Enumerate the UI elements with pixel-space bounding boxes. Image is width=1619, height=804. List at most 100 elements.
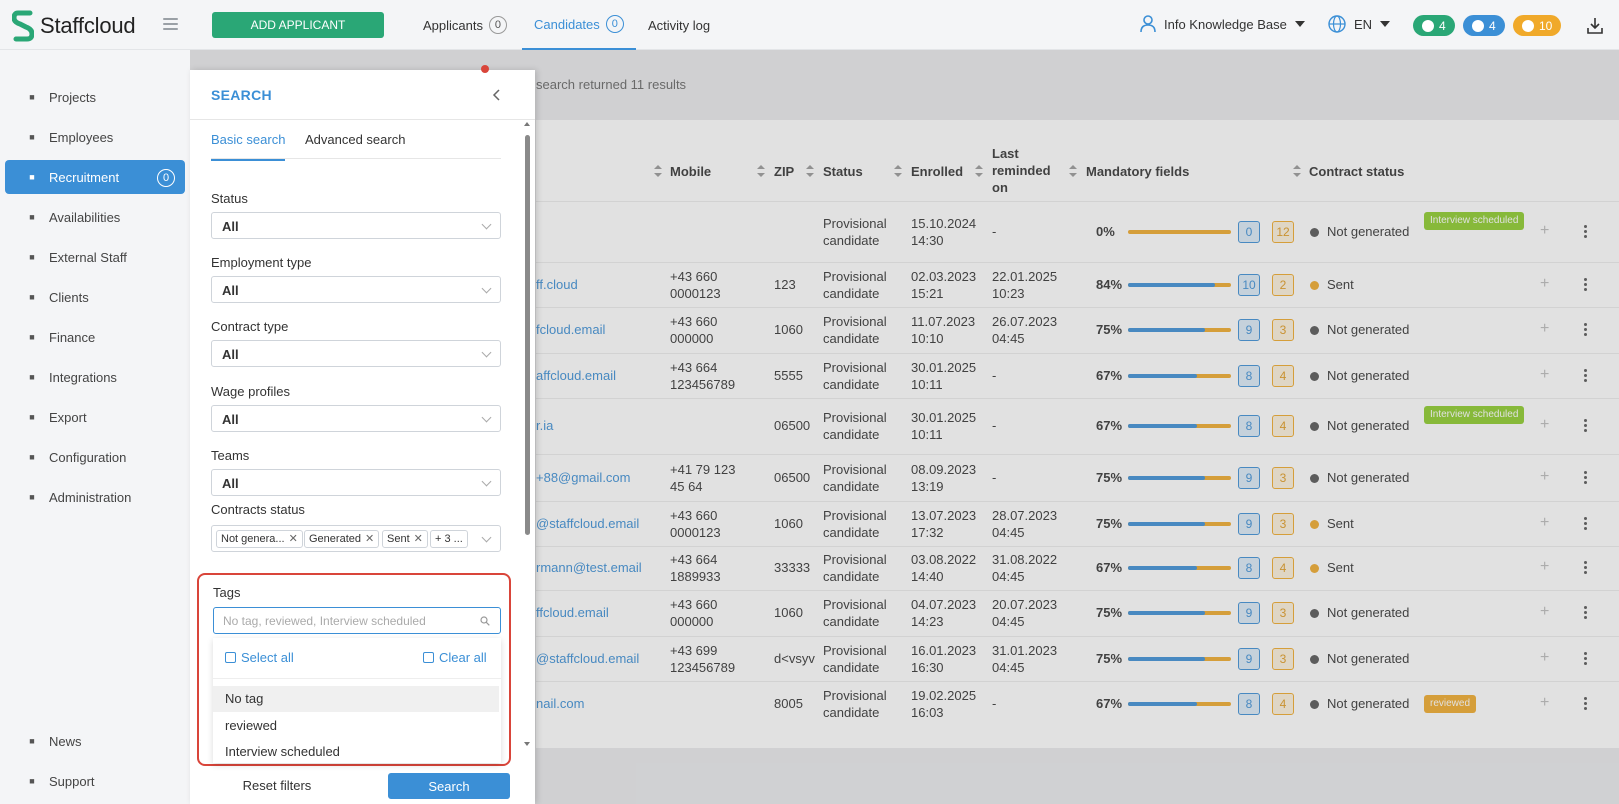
select-value: All bbox=[222, 219, 239, 234]
select-value: All bbox=[222, 412, 239, 427]
teams-select[interactable]: All bbox=[211, 469, 501, 496]
tab-activity-log[interactable]: Activity log bbox=[648, 0, 710, 50]
chip-label: Not genera... bbox=[221, 533, 285, 545]
chip-label: Sent bbox=[387, 533, 410, 545]
building-icon: ■ bbox=[29, 292, 35, 302]
chevron-down-icon bbox=[481, 476, 492, 487]
sidebar-item-projects[interactable]: ■ Projects bbox=[5, 80, 185, 114]
tab-label: Activity log bbox=[648, 17, 711, 33]
sidebar-item-news[interactable]: ■ News bbox=[5, 724, 185, 758]
chevron-left-icon[interactable] bbox=[490, 88, 504, 102]
user-menu[interactable]: Info Knowledge Base bbox=[1140, 15, 1305, 33]
wage-profiles-select[interactable]: All bbox=[211, 405, 501, 432]
sidebar-item-label: Recruitment bbox=[49, 169, 120, 185]
checkbox-checked-icon bbox=[225, 652, 236, 663]
sidebar-item-export[interactable]: ■ Export bbox=[5, 400, 185, 434]
sidebar-item-label: Export bbox=[49, 409, 87, 425]
sidebar-item-administration[interactable]: ■ Administration bbox=[5, 480, 185, 514]
select-all-button[interactable]: Select all bbox=[225, 650, 294, 665]
chip-not-generated: Not genera... ✕ bbox=[216, 530, 303, 548]
sidebar-item-employees[interactable]: ■ Employees bbox=[5, 120, 185, 154]
sidebar-item-external-staff[interactable]: ■ External Staff bbox=[5, 240, 185, 274]
sidebar-item-integrations[interactable]: ■ Integrations bbox=[5, 360, 185, 394]
chip-more[interactable]: + 3 ... bbox=[430, 530, 468, 548]
close-icon[interactable]: ✕ bbox=[414, 531, 423, 547]
sidebar-item-support[interactable]: ■ Support bbox=[5, 764, 185, 798]
chevron-down-icon bbox=[481, 532, 492, 543]
tag-option-interview-scheduled[interactable]: Interview scheduled bbox=[213, 739, 499, 761]
tab-basic-search[interactable]: Basic search bbox=[211, 132, 286, 161]
status-select[interactable]: All bbox=[211, 212, 501, 239]
sidebar-item-finance[interactable]: ■ Finance bbox=[5, 320, 185, 354]
app-name: Staffcloud bbox=[40, 13, 136, 38]
chevron-down-icon bbox=[1294, 21, 1305, 27]
sidebar-item-availabilities[interactable]: ■ Availabilities bbox=[5, 200, 185, 234]
reset-filters-button[interactable]: Reset filters bbox=[233, 773, 321, 799]
tags-search-input[interactable] bbox=[214, 608, 464, 633]
language-menu[interactable]: EN bbox=[1328, 15, 1391, 33]
chevron-down-icon bbox=[481, 347, 492, 358]
language-code: EN bbox=[1354, 16, 1373, 32]
tasks-pill[interactable]: 10 bbox=[1513, 15, 1562, 36]
scroll-up-arrow[interactable] bbox=[524, 122, 530, 126]
user-plus-icon: ■ bbox=[29, 172, 35, 182]
download-icon[interactable] bbox=[1587, 17, 1603, 34]
tab-applicants[interactable]: Applicants 0 bbox=[423, 0, 507, 50]
add-applicant-button[interactable]: ADD APPLICANT bbox=[212, 12, 384, 38]
scrollbar-thumb[interactable] bbox=[525, 135, 530, 535]
user-icon bbox=[1140, 15, 1156, 33]
tag-option-no-tag[interactable]: No tag bbox=[213, 686, 499, 712]
chevron-down-icon bbox=[481, 283, 492, 294]
employment-type-select[interactable]: All bbox=[211, 276, 501, 303]
search-icon bbox=[480, 616, 490, 626]
select-value: All bbox=[222, 283, 239, 298]
sidebar-item-label: Finance bbox=[49, 329, 96, 345]
sitemap-icon: ■ bbox=[29, 92, 35, 102]
support-icon: ■ bbox=[29, 776, 35, 786]
tag-option-reviewed[interactable]: reviewed bbox=[213, 713, 499, 739]
tab-count: 0 bbox=[488, 16, 507, 34]
panel-title: SEARCH bbox=[211, 87, 272, 103]
contracts-status-label: Contracts status bbox=[211, 502, 305, 517]
search-button[interactable]: Search bbox=[388, 773, 510, 799]
clock-icon bbox=[1522, 19, 1534, 32]
globe-icon bbox=[1328, 15, 1346, 33]
wage-profiles-label: Wage profiles bbox=[211, 384, 290, 399]
employment-type-label: Employment type bbox=[211, 255, 312, 270]
tab-candidates[interactable]: Candidates 0 bbox=[522, 0, 636, 50]
tags-label: Tags bbox=[213, 585, 241, 600]
sidebar-item-label: Availabilities bbox=[49, 209, 121, 225]
checkbox-x-icon bbox=[423, 652, 434, 663]
sidebar-item-label: Integrations bbox=[49, 369, 117, 385]
sidebar-item-label: Clients bbox=[49, 289, 89, 305]
close-icon[interactable]: ✕ bbox=[289, 531, 298, 547]
chat-icon bbox=[1422, 19, 1434, 32]
notification-dot bbox=[481, 65, 489, 73]
gear-icon: ■ bbox=[29, 452, 35, 462]
select-value: All bbox=[222, 347, 239, 362]
top-bar: Staffcloud ADD APPLICANT Applicants 0 Ca… bbox=[0, 0, 1619, 50]
notifications-pill[interactable]: 4 bbox=[1463, 15, 1505, 36]
contract-type-select[interactable]: All bbox=[211, 340, 501, 367]
select-all-label: Select all bbox=[241, 650, 294, 665]
chevron-down-icon bbox=[1380, 21, 1391, 27]
file-icon: ■ bbox=[29, 412, 35, 422]
menu-toggle-icon[interactable] bbox=[163, 18, 178, 30]
tags-search-field[interactable] bbox=[213, 607, 501, 634]
tags-dropdown: Select all Clear all No tag reviewed Int… bbox=[213, 638, 501, 763]
messages-pill[interactable]: 4 bbox=[1413, 15, 1455, 36]
user-name: Info Knowledge Base bbox=[1164, 16, 1287, 32]
logo[interactable]: Staffcloud bbox=[12, 10, 136, 42]
divider bbox=[213, 678, 501, 679]
clear-all-button[interactable]: Clear all bbox=[423, 650, 487, 665]
divider bbox=[211, 158, 501, 159]
close-icon[interactable]: ✕ bbox=[365, 531, 374, 547]
contracts-status-select[interactable]: Not genera... ✕ Generated ✕ Sent ✕ + 3 ... bbox=[211, 525, 501, 552]
scroll-down-arrow[interactable] bbox=[524, 742, 530, 746]
bell-icon bbox=[1472, 19, 1484, 32]
sidebar-item-recruitment[interactable]: ■ Recruitment 0 bbox=[5, 160, 185, 194]
sidebar-item-clients[interactable]: ■ Clients bbox=[5, 280, 185, 314]
sidebar-item-configuration[interactable]: ■ Configuration bbox=[5, 440, 185, 474]
status-label: Status bbox=[211, 191, 248, 206]
tab-advanced-search[interactable]: Advanced search bbox=[305, 132, 405, 159]
